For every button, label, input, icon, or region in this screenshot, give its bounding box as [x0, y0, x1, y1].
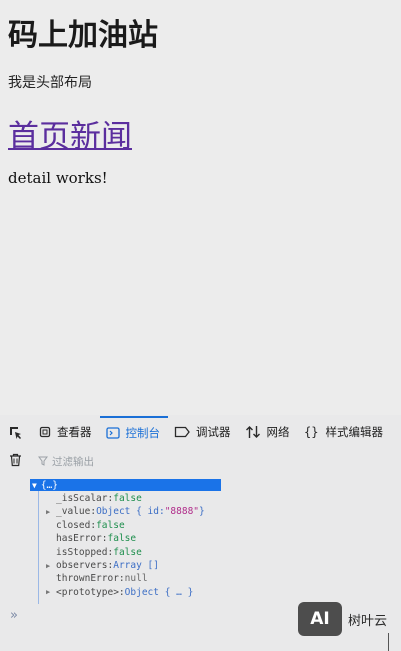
site-title: 码上加油站: [8, 18, 158, 53]
console-icon: [105, 427, 120, 439]
text-cursor: [388, 633, 389, 651]
collapsed-arrow-icon[interactable]: ▶: [46, 562, 56, 570]
news-link[interactable]: 首页新闻: [8, 111, 132, 156]
tree-value: false: [113, 493, 142, 504]
tab-console[interactable]: 控制台: [99, 416, 168, 448]
expanded-arrow-icon: ▼: [32, 480, 37, 490]
filter-placeholder: 过滤输出: [52, 455, 94, 468]
tree-value: false: [107, 533, 137, 545]
console-tree-row[interactable]: ▶ _value: Object { id: "8888" }: [46, 505, 205, 518]
tab-element-picker[interactable]: [8, 417, 23, 447]
trash-icon[interactable]: [9, 452, 22, 471]
watermark-logo: AI: [298, 602, 342, 636]
tree-value: Array []: [113, 560, 159, 571]
tab-style-editor-label: 样式编辑器: [325, 425, 384, 439]
console-output: ▼ {…} _isScalar: false ▶ _value: Object { …: [0, 475, 401, 605]
style-editor-icon: {}: [304, 425, 318, 439]
tree-key: _value: [56, 506, 91, 518]
console-tree-row[interactable]: ▶ observers: Array []: [46, 559, 159, 572]
network-icon: [245, 426, 260, 438]
tab-network[interactable]: 网络: [245, 417, 290, 447]
watermark-text: 树叶云: [348, 613, 388, 629]
tab-inspector-label: 查看器: [57, 425, 92, 439]
header-text: 我是头部布局: [8, 75, 92, 91]
console-tree-row[interactable]: ▶ <prototype>: Object { … }: [46, 586, 193, 599]
filter-icon: [38, 456, 48, 466]
devtools-panel: 查看器 控制台 调试器 网络 {} 样式编辑器 过滤输出 ▼ {…} _isSc…: [0, 415, 401, 651]
tree-guide-line: [38, 491, 39, 604]
console-tree-row: thrownError: null: [46, 572, 148, 585]
watermark: AI 树叶云: [298, 602, 387, 636]
debugger-icon: [174, 426, 190, 438]
tab-network-label: 网络: [266, 425, 290, 439]
collapsed-arrow-icon[interactable]: ▶: [46, 588, 56, 596]
page-content: 码上加油站 我是头部布局 首页新闻 detail works!: [0, 0, 401, 415]
tab-inspector[interactable]: 查看器: [39, 417, 92, 447]
devtools-tabbar: 查看器 控制台 调试器 网络 {} 样式编辑器: [0, 415, 401, 449]
tab-debugger-label: 调试器: [196, 425, 231, 439]
console-prompt[interactable]: »: [10, 608, 18, 623]
collapsed-arrow-icon[interactable]: ▶: [46, 508, 56, 516]
console-filterbar: 过滤输出: [0, 449, 401, 473]
console-tree-row: closed: false: [46, 519, 125, 532]
svg-text:{}: {}: [304, 425, 318, 439]
console-tree-row: isStopped: false: [46, 546, 142, 559]
app-window: 码上加油站 我是头部布局 首页新闻 detail works! 查看器 控制台 …: [0, 0, 401, 651]
tree-value: false: [113, 546, 142, 558]
filter-input[interactable]: 过滤输出: [38, 454, 94, 469]
tab-style-editor[interactable]: {} 样式编辑器: [304, 417, 384, 447]
tree-value: false: [96, 519, 125, 531]
tree-value: Object { … }: [124, 586, 194, 598]
tree-value: null: [124, 573, 148, 585]
tree-key: thrownError: [56, 573, 119, 585]
tree-value-end: }: [199, 506, 205, 518]
detail-text: detail works!: [8, 169, 108, 187]
tree-root-row[interactable]: ▼ {…}: [30, 479, 221, 491]
tree-key: closed: [56, 519, 91, 531]
tree-key: observers: [56, 560, 108, 571]
tab-debugger[interactable]: 调试器: [174, 417, 231, 447]
element-picker-icon: [10, 426, 21, 439]
console-tree-row: hasError: false: [46, 532, 136, 545]
tree-value-string: "8888": [164, 506, 200, 518]
tree-key: hasError: [56, 533, 102, 545]
tree-key: _isScalar: [56, 493, 108, 504]
tree-key: <prototype>: [56, 586, 119, 598]
tree-value: Object { id:: [96, 506, 165, 518]
tree-key: isStopped: [56, 546, 108, 558]
tab-console-label: 控制台: [125, 426, 161, 440]
console-tree-row: _isScalar: false: [46, 492, 142, 505]
tree-root-label: {…}: [40, 479, 58, 491]
inspector-icon: [39, 426, 51, 438]
